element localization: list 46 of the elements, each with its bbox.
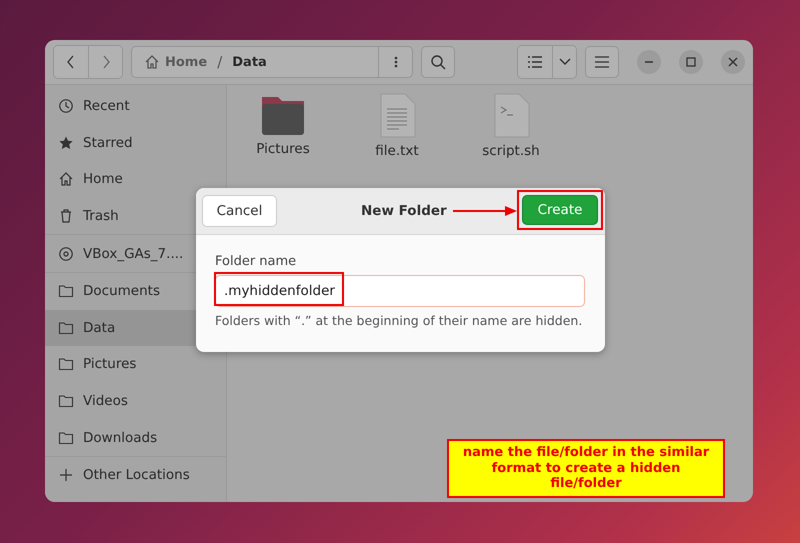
- back-icon: [66, 55, 76, 69]
- path-crumb[interactable]: Data: [228, 54, 271, 70]
- cancel-button[interactable]: Cancel: [202, 195, 277, 227]
- search-icon: [430, 54, 446, 70]
- maximize-icon: [686, 57, 696, 67]
- folder-icon: [58, 356, 74, 372]
- close-button[interactable]: [721, 50, 745, 74]
- sidebar-item[interactable]: Downloads: [45, 419, 226, 456]
- file-name: file.txt: [375, 143, 419, 159]
- folder-name-field[interactable]: .myhiddenfolder: [215, 275, 585, 307]
- file-name: script.sh: [482, 143, 540, 159]
- minimize-button[interactable]: [637, 50, 661, 74]
- sidebar-item[interactable]: Pictures: [45, 346, 226, 383]
- maximize-button[interactable]: [679, 50, 703, 74]
- home-icon: [144, 54, 160, 70]
- sidebar-item[interactable]: Home: [45, 161, 226, 198]
- folder-icon: [58, 283, 74, 300]
- trash-icon: [58, 208, 74, 224]
- menu-icon: [595, 56, 609, 68]
- list-icon: [528, 56, 542, 68]
- star-icon: [58, 134, 74, 151]
- annotation-note: name the file/folder in the similar format to create a hidden file/folder: [447, 439, 725, 498]
- more-icon: [394, 55, 398, 69]
- folder-icon: [58, 320, 74, 336]
- path-crumb[interactable]: Home: [140, 54, 212, 70]
- folder-icon: [58, 430, 74, 446]
- home-icon: [58, 171, 74, 188]
- forward-icon: [100, 55, 110, 69]
- search-button[interactable]: [421, 46, 455, 78]
- chevron-down-icon: [558, 58, 570, 66]
- plus-icon: [58, 467, 74, 484]
- path-separator: /: [217, 53, 222, 71]
- dialog-title: New Folder: [361, 203, 447, 219]
- folder-icon: [58, 393, 74, 410]
- sidebar-item[interactable]: Videos: [45, 382, 226, 420]
- list-view-button[interactable]: [518, 46, 552, 78]
- clock-icon: [58, 98, 74, 114]
- sidebar-item[interactable]: Starred: [45, 124, 226, 162]
- close-icon: [728, 57, 738, 67]
- sidebar-item[interactable]: Other Locations: [45, 456, 226, 494]
- menu-button[interactable]: [585, 46, 619, 78]
- disc-icon: [58, 246, 74, 262]
- minimize-icon: [644, 61, 654, 63]
- file-name: Pictures: [256, 141, 310, 157]
- sidebar-item[interactable]: Recent: [45, 88, 226, 125]
- create-button[interactable]: Create: [522, 195, 598, 225]
